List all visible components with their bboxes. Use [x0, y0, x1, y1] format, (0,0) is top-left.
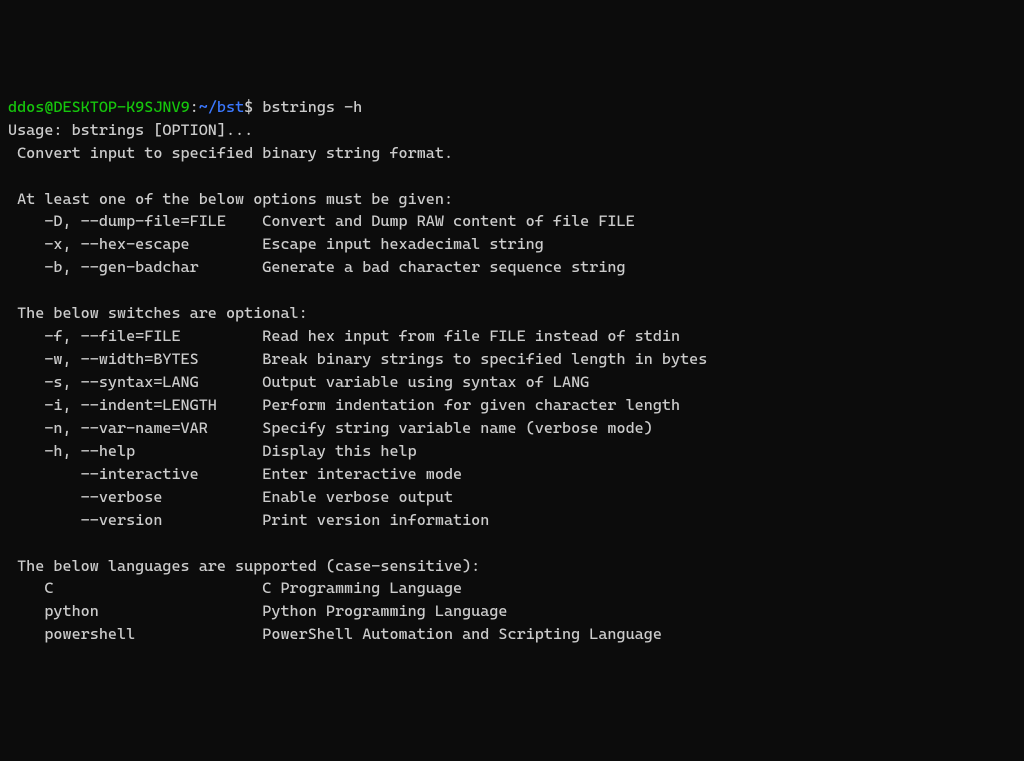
option-flag: -b, --gen-badchar: [8, 258, 262, 276]
lang-row: C C Programming Language: [8, 579, 462, 597]
option-flag: -i, --indent=LENGTH: [8, 396, 262, 414]
option-desc: Convert and Dump RAW content of file FIL…: [262, 212, 634, 230]
prompt-line: ddos@DESKTOP-K9SJNV9:~/bst$ bstrings -h: [8, 98, 362, 116]
option-row: -h, --help Display this help: [8, 442, 417, 460]
prompt-user: ddos: [8, 98, 44, 116]
option-flag: --interactive: [8, 465, 262, 483]
option-row: --verbose Enable verbose output: [8, 488, 453, 506]
lang-desc: C Programming Language: [262, 579, 462, 597]
prompt-command: bstrings -h: [253, 98, 362, 116]
option-row: -s, --syntax=LANG Output variable using …: [8, 373, 589, 391]
option-desc: Generate a bad character sequence string: [262, 258, 625, 276]
option-row: --interactive Enter interactive mode: [8, 465, 462, 483]
option-flag: -D, --dump-file=FILE: [8, 212, 262, 230]
option-flag: -x, --hex-escape: [8, 235, 262, 253]
option-row: -n, --var-name=VAR Specify string variab…: [8, 419, 653, 437]
option-desc: Enable verbose output: [262, 488, 453, 506]
option-flag: -h, --help: [8, 442, 262, 460]
option-desc: Escape input hexadecimal string: [262, 235, 544, 253]
prompt-colon: :: [190, 98, 199, 116]
lang-row: python Python Programming Language: [8, 602, 508, 620]
option-flag: --version: [8, 511, 262, 529]
lang-name: powershell: [8, 625, 262, 643]
prompt-dollar: $: [244, 98, 253, 116]
option-row: -D, --dump-file=FILE Convert and Dump RA…: [8, 212, 635, 230]
option-desc: Specify string variable name (verbose mo…: [262, 419, 653, 437]
option-desc: Perform indentation for given character …: [262, 396, 680, 414]
option-desc: Break binary strings to specified length…: [262, 350, 707, 368]
lang-name: python: [8, 602, 262, 620]
prompt-path: ~/bst: [199, 98, 244, 116]
option-flag: -n, --var-name=VAR: [8, 419, 262, 437]
option-flag: -w, --width=BYTES: [8, 350, 262, 368]
option-row: --version Print version information: [8, 511, 489, 529]
option-desc: Read hex input from file FILE instead of…: [262, 327, 680, 345]
option-desc: Display this help: [262, 442, 416, 460]
terminal-output[interactable]: ddos@DESKTOP-K9SJNV9:~/bst$ bstrings -h …: [8, 96, 1016, 647]
option-row: -x, --hex-escape Escape input hexadecima…: [8, 235, 544, 253]
option-row: -w, --width=BYTES Break binary strings t…: [8, 350, 707, 368]
option-flag: -s, --syntax=LANG: [8, 373, 262, 391]
option-flag: --verbose: [8, 488, 262, 506]
option-flag: -f, --file=FILE: [8, 327, 262, 345]
lang-desc: Python Programming Language: [262, 602, 507, 620]
usage-line: Usage: bstrings [OPTION]...: [8, 121, 253, 139]
option-desc: Print version information: [262, 511, 489, 529]
lang-desc: PowerShell Automation and Scripting Lang…: [262, 625, 662, 643]
option-row: -b, --gen-badchar Generate a bad charact…: [8, 258, 626, 276]
option-row: -f, --file=FILE Read hex input from file…: [8, 327, 680, 345]
prompt-host: DESKTOP-K9SJNV9: [53, 98, 189, 116]
lang-row: powershell PowerShell Automation and Scr…: [8, 625, 662, 643]
option-row: -i, --indent=LENGTH Perform indentation …: [8, 396, 680, 414]
option-desc: Enter interactive mode: [262, 465, 462, 483]
section2-title: The below switches are optional:: [8, 304, 308, 322]
lang-name: C: [8, 579, 262, 597]
option-desc: Output variable using syntax of LANG: [262, 373, 589, 391]
description-line: Convert input to specified binary string…: [8, 144, 453, 162]
section1-title: At least one of the below options must b…: [8, 190, 453, 208]
